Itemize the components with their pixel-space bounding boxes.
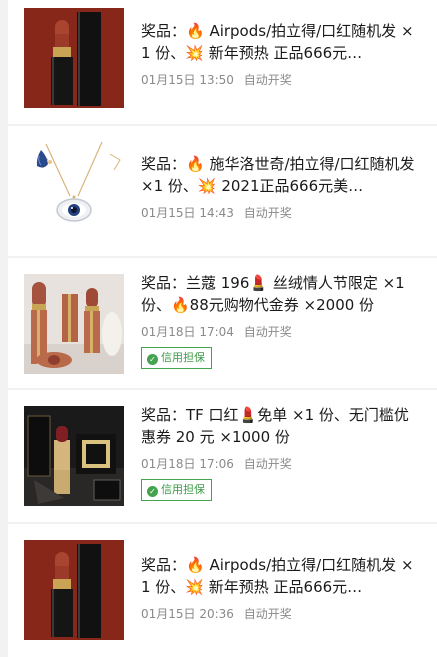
card-meta: 01月15日 20:36 自动开奖 (141, 606, 423, 622)
prize-title[interactable]: 奖品：🔥 Airpods/拍立得/口红随机发 ×1 份、💥 新年预热 正品666… (141, 20, 423, 64)
necklace-image[interactable] (24, 140, 124, 240)
lipstick-image[interactable] (24, 8, 124, 108)
lottery-card[interactable]: 奖品：兰蔻 196💄 丝绒情人节限定 ×1 份、🔥88元购物代金券 ×2000 … (8, 258, 437, 388)
lottery-card[interactable]: 奖品：🔥 Airpods/拍立得/口红随机发 ×1 份、💥 新年预热 正品666… (8, 0, 437, 124)
card-info: 奖品：兰蔻 196💄 丝绒情人节限定 ×1 份、🔥88元购物代金券 ×2000 … (141, 272, 423, 369)
card-meta: 01月15日 13:50 自动开奖 (141, 72, 423, 88)
lipstick-image[interactable] (24, 540, 124, 640)
prize-title[interactable]: 奖品：兰蔻 196💄 丝绒情人节限定 ×1 份、🔥88元购物代金券 ×2000 … (141, 272, 423, 316)
card-info: 奖品：🔥 施华洛世奇/拍立得/口红随机发 ×1 份、💥 2021正品666元美…… (141, 153, 423, 221)
badge-label: 信用担保 (161, 351, 205, 364)
shield-check-icon: ✓ (147, 354, 158, 365)
prize-title[interactable]: 奖品：TF 口红💄免单 ×1 份、无门槛优惠券 20 元 ×1000 份 (141, 404, 423, 448)
card-info: 奖品：TF 口红💄免单 ×1 份、无门槛优惠券 20 元 ×1000 份 01月… (141, 404, 423, 501)
lipsticks-image[interactable] (24, 274, 124, 374)
lottery-feed: 奖品：🔥 Airpods/拍立得/口红随机发 ×1 份、💥 新年预热 正品666… (0, 0, 437, 657)
draw-time: 01月15日 20:36 (141, 607, 234, 621)
credit-guarantee-badge: ✓ 信用担保 (141, 479, 212, 501)
draw-status: 自动开奖 (243, 206, 292, 220)
draw-time: 01月15日 13:50 (141, 73, 234, 87)
card-meta: 01月15日 14:43 自动开奖 (141, 205, 423, 221)
prize-title[interactable]: 奖品：🔥 施华洛世奇/拍立得/口红随机发 ×1 份、💥 2021正品666元美… (141, 153, 423, 197)
draw-status: 自动开奖 (243, 607, 292, 621)
draw-status: 自动开奖 (243, 73, 292, 87)
shield-check-icon: ✓ (147, 486, 158, 497)
lottery-card[interactable]: 奖品：🔥 施华洛世奇/拍立得/口红随机发 ×1 份、💥 2021正品666元美…… (8, 126, 437, 256)
draw-time: 01月18日 17:06 (141, 457, 234, 471)
draw-status: 自动开奖 (243, 457, 292, 471)
card-meta: 01月18日 17:04 自动开奖 (141, 324, 423, 340)
draw-status: 自动开奖 (243, 325, 292, 339)
lottery-card[interactable]: 奖品：TF 口红💄免单 ×1 份、无门槛优惠券 20 元 ×1000 份 01月… (8, 390, 437, 522)
card-info: 奖品：🔥 Airpods/拍立得/口红随机发 ×1 份、💥 新年预热 正品666… (141, 20, 423, 88)
prize-title[interactable]: 奖品：🔥 Airpods/拍立得/口红随机发 ×1 份、💥 新年预热 正品666… (141, 554, 423, 598)
draw-time: 01月18日 17:04 (141, 325, 234, 339)
tf-lipstick-image[interactable] (24, 406, 124, 506)
draw-time: 01月15日 14:43 (141, 206, 234, 220)
badge-label: 信用担保 (161, 483, 205, 496)
lottery-card[interactable]: 奖品：🔥 Airpods/拍立得/口红随机发 ×1 份、💥 新年预热 正品666… (8, 524, 437, 657)
credit-guarantee-badge: ✓ 信用担保 (141, 347, 212, 369)
card-info: 奖品：🔥 Airpods/拍立得/口红随机发 ×1 份、💥 新年预热 正品666… (141, 554, 423, 622)
card-meta: 01月18日 17:06 自动开奖 (141, 456, 423, 472)
